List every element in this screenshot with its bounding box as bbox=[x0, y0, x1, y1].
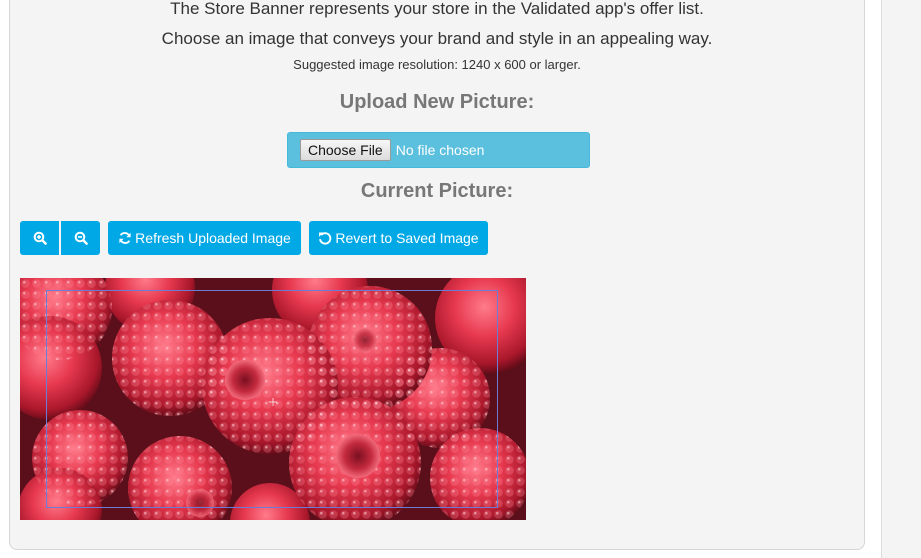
zoom-in-button[interactable] bbox=[20, 221, 59, 255]
current-picture-heading: Current Picture: bbox=[360, 180, 514, 202]
revert-to-saved-image-button[interactable]: Revert to Saved Image bbox=[309, 221, 488, 255]
revert-label: Revert to Saved Image bbox=[335, 230, 479, 246]
resolution-hint: Suggested image resolution: 1240 x 600 o… bbox=[293, 57, 581, 72]
refresh-label: Refresh Uploaded Image bbox=[135, 230, 291, 246]
refresh-icon bbox=[118, 231, 132, 245]
crop-center-marker bbox=[268, 394, 278, 406]
zoom-out-button[interactable] bbox=[61, 221, 100, 255]
right-scroll-rail bbox=[881, 0, 921, 558]
zoom-out-icon bbox=[74, 231, 88, 245]
choose-file-button[interactable]: Choose File bbox=[300, 139, 391, 161]
upload-heading: Upload New Picture: bbox=[339, 91, 535, 113]
zoom-in-icon bbox=[33, 231, 47, 245]
intro-line-1: The Store Banner represents your store i… bbox=[170, 0, 704, 18]
undo-icon bbox=[318, 231, 332, 245]
banner-image-cropper[interactable] bbox=[20, 278, 526, 520]
file-upload-field[interactable]: Choose File No file chosen bbox=[287, 132, 590, 168]
intro-line-2: Choose an image that conveys your brand … bbox=[161, 29, 713, 48]
refresh-uploaded-image-button[interactable]: Refresh Uploaded Image bbox=[108, 221, 301, 255]
file-status-text: No file chosen bbox=[395, 142, 485, 158]
